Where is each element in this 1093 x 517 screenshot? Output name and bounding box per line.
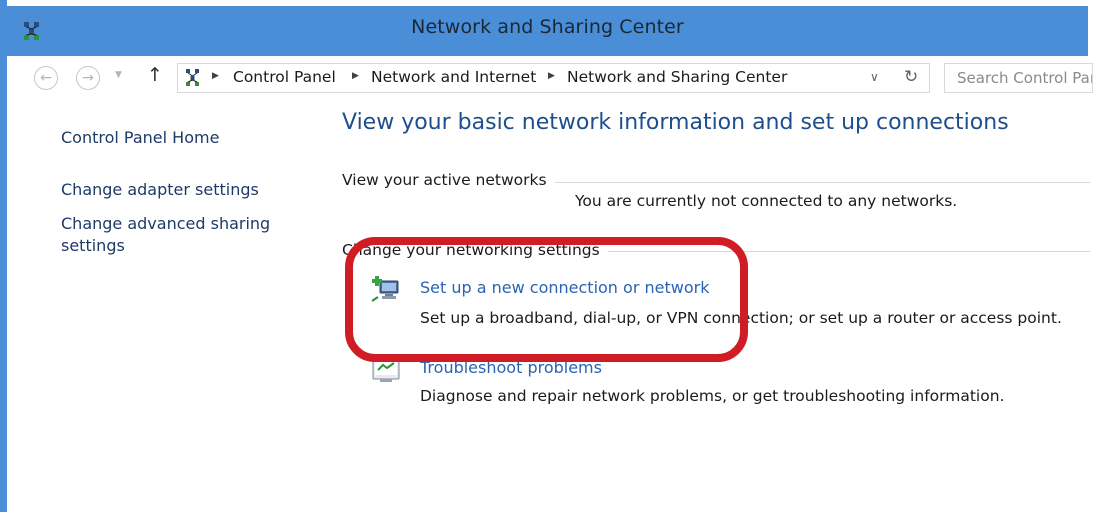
window-bottom-edge — [0, 512, 1093, 517]
breadcrumb-separator-icon[interactable]: ▶ — [212, 71, 219, 81]
forward-button[interactable]: → — [76, 66, 100, 90]
breadcrumb-separator-icon[interactable]: ▶ — [352, 71, 359, 81]
up-button[interactable]: ↑ — [147, 64, 163, 86]
sidebar: Control Panel Home Change adapter settin… — [7, 100, 307, 517]
sidebar-item-change-adapter-settings[interactable]: Change adapter settings — [61, 179, 291, 201]
window-left-border — [0, 0, 7, 517]
back-button[interactable]: ← — [34, 66, 58, 90]
recent-locations-button[interactable]: ▼ — [115, 70, 122, 80]
title-bar[interactable]: Network and Sharing Center — [7, 0, 1088, 56]
troubleshoot-icon — [372, 358, 400, 382]
control-panel-icon — [186, 69, 199, 86]
address-dropdown-button[interactable]: ∨ — [870, 70, 879, 84]
troubleshoot-problems-link[interactable]: Troubleshoot problems — [420, 358, 602, 377]
main-content: View your basic network information and … — [330, 100, 1093, 517]
arrow-right-icon: → — [82, 70, 94, 86]
troubleshoot-problems-description: Diagnose and repair network problems, or… — [420, 387, 1005, 405]
connection-status-text: You are currently not connected to any n… — [575, 192, 958, 210]
setup-new-connection-description: Set up a broadband, dial-up, or VPN conn… — [420, 309, 1062, 327]
network-sharing-center-window: Network and Sharing Center ← → ▼ ↑ ▶ Con… — [0, 0, 1093, 517]
active-networks-heading: View your active networks — [342, 171, 555, 189]
arrow-up-icon: ↑ — [147, 64, 163, 86]
page-title: View your basic network information and … — [342, 110, 1009, 135]
breadcrumb-control-panel[interactable]: Control Panel — [233, 68, 336, 86]
network-setup-icon — [371, 276, 399, 302]
networking-settings-heading: Change your networking settings — [342, 241, 608, 259]
sidebar-item-change-advanced-sharing-settings[interactable]: Change advanced sharing settings — [61, 213, 276, 257]
sidebar-item-control-panel-home[interactable]: Control Panel Home — [61, 127, 291, 149]
breadcrumb-network-and-internet[interactable]: Network and Internet — [371, 68, 536, 86]
address-bar[interactable]: ▶ Control Panel ▶ Network and Internet ▶… — [177, 63, 930, 93]
chevron-down-icon: ▼ — [115, 70, 122, 80]
setup-new-connection-link[interactable]: Set up a new connection or network — [420, 278, 709, 297]
breadcrumb-separator-icon[interactable]: ▶ — [548, 71, 555, 81]
window-title: Network and Sharing Center — [411, 16, 684, 38]
search-input[interactable] — [945, 64, 1092, 92]
search-box[interactable] — [944, 63, 1093, 93]
arrow-left-icon: ← — [40, 70, 52, 86]
navigation-bar: ← → ▼ ↑ ▶ Control Panel ▶ Network and In… — [7, 56, 1093, 100]
refresh-icon[interactable]: ↻ — [904, 67, 918, 87]
breadcrumb-network-and-sharing-center[interactable]: Network and Sharing Center — [567, 68, 787, 86]
